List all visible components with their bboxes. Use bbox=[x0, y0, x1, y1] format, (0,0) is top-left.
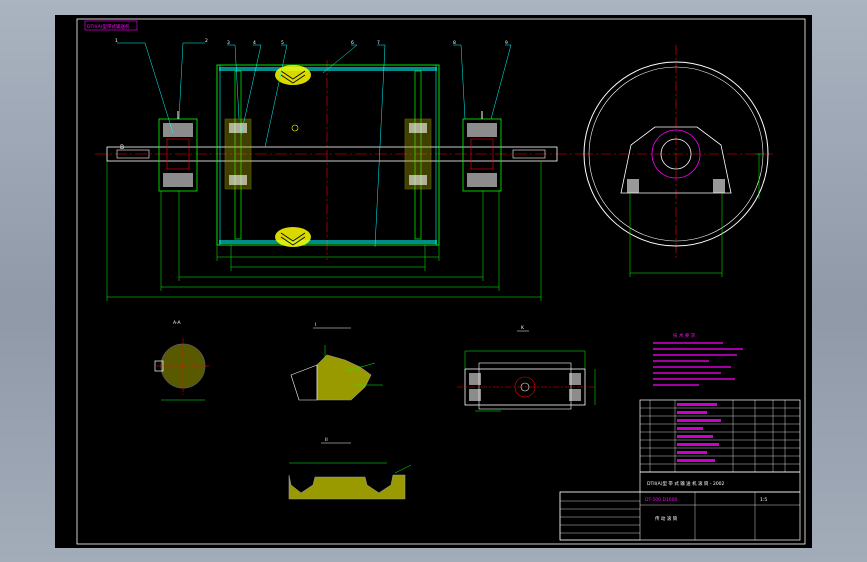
section-a-a-label: A-A bbox=[173, 320, 182, 326]
detail-1-label: I bbox=[315, 322, 316, 328]
bearing-plan-view: K bbox=[457, 325, 596, 412]
svg-text:9: 9 bbox=[505, 40, 508, 46]
svg-text:6: 6 bbox=[351, 40, 354, 46]
svg-text:5: 5 bbox=[281, 40, 284, 46]
svg-text:2: 2 bbox=[205, 38, 208, 44]
svg-text:7: 7 bbox=[377, 40, 380, 46]
svg-text:1: 1 bbox=[115, 38, 118, 44]
detail-view-2: II bbox=[288, 437, 412, 500]
detail-2-label: II bbox=[325, 437, 328, 443]
title-tag: DTII(A)型带式输送机 bbox=[87, 23, 130, 30]
notes-title: 技 术 要 求 bbox=[673, 332, 696, 339]
detail-2-profile bbox=[288, 474, 406, 500]
title-block-scale: 1:5 bbox=[760, 497, 767, 503]
svg-text:K: K bbox=[521, 325, 525, 331]
detail-1-profile bbox=[316, 354, 372, 401]
svg-text:8: 8 bbox=[453, 40, 456, 46]
part-balloons: 1 2 3 4 5 6 7 8 9 bbox=[115, 38, 508, 46]
parts-list bbox=[639, 399, 801, 473]
technical-notes: 技 术 要 求 bbox=[653, 332, 743, 386]
detail-view-1: I bbox=[290, 322, 383, 401]
title-block: DTII(A)型 带 式 输 送 机 滚 筒 - 2002 DT-500 D10… bbox=[559, 471, 801, 541]
main-elevation-view: 1 2 3 4 5 6 7 8 9 B bbox=[95, 38, 583, 301]
svg-text:4: 4 bbox=[253, 40, 256, 46]
title-block-header: DTII(A)型 带 式 输 送 机 滚 筒 - 2002 bbox=[647, 480, 725, 487]
drum-lagging-bottom bbox=[219, 240, 437, 244]
leader-lines bbox=[117, 42, 512, 248]
section-a-a-view: A-A bbox=[154, 320, 211, 401]
svg-text:3: 3 bbox=[227, 40, 230, 46]
title-block-name: 传 动 滚 筒 bbox=[655, 515, 678, 522]
section-b-marker: B bbox=[120, 144, 124, 151]
drawing-frame bbox=[76, 18, 806, 545]
drawing-sheet: DTII(A)型带式输送机 1 2 3 4 5 6 7 8 9 B A-A I … bbox=[55, 15, 812, 548]
cad-drawing: DTII(A)型带式输送机 1 2 3 4 5 6 7 8 9 B A-A I … bbox=[76, 18, 806, 545]
title-block-drawing-no: DT-500 D1000 bbox=[645, 497, 677, 503]
lagging-detail-bottom bbox=[275, 227, 311, 247]
side-view bbox=[583, 45, 775, 277]
